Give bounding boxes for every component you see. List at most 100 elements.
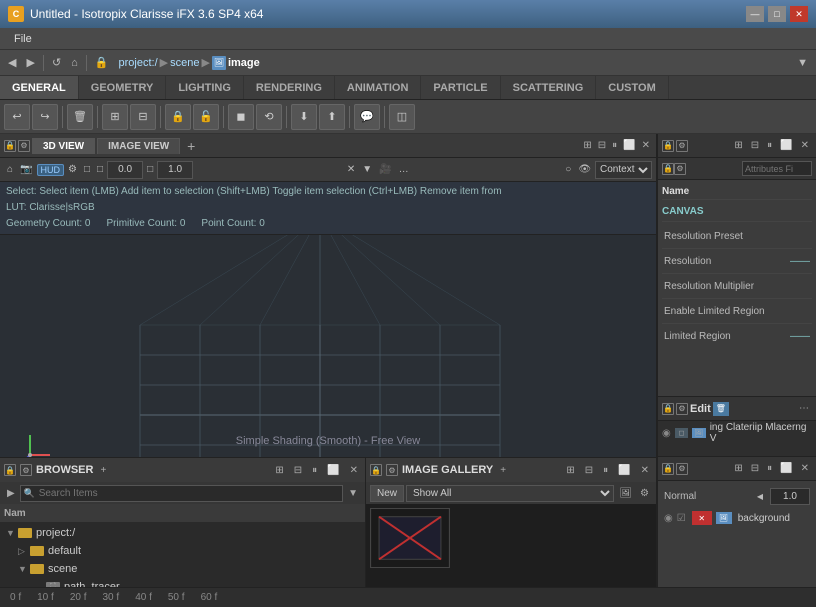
tab-scattering[interactable]: SCATTERING [501,76,597,99]
layers-grid[interactable]: ⊞ [731,462,745,475]
blend-value[interactable] [770,488,810,505]
gallery-split[interactable]: ⊟ [582,464,596,477]
gallery-max[interactable]: ⬜ [615,464,633,477]
props-grid[interactable]: ⊞ [731,139,745,152]
view-res-toggle[interactable]: □ [94,163,106,176]
nav-current[interactable]: image [228,57,260,69]
search-input[interactable] [20,485,343,502]
panel-grid-btn[interactable]: ⊞ [581,139,593,152]
layer-check[interactable]: ☑ [677,513,686,524]
tree-item-path-tracer[interactable]: ⛶ path_tracer [2,578,363,587]
tab-custom[interactable]: CUSTOM [596,76,668,99]
edit-more[interactable]: ⋯ [796,402,812,415]
view-transform-btn[interactable]: ✕ [344,163,358,176]
layer-eye-icon[interactable]: ◉ [664,513,673,524]
attrs-search[interactable] [742,161,812,176]
gallery-options-btn[interactable]: ⚙ [637,487,652,500]
view-record-btn[interactable]: 🎥 [376,163,394,176]
back-button[interactable]: ◀ [4,54,20,71]
browser-max[interactable]: ⬜ [324,464,342,477]
browser-close[interactable]: ✕ [347,464,361,477]
import-button[interactable]: ⬇ [291,104,317,130]
tab-rendering[interactable]: RENDERING [244,76,335,99]
view-eye[interactable]: 👁 [575,163,594,176]
tab-particle[interactable]: PARTICLE [421,76,500,99]
view-display[interactable]: □ [81,163,93,176]
transform-button[interactable]: ⟲ [256,104,282,130]
edit-icon-btn[interactable]: 🗑 [713,402,729,416]
browser-pause[interactable]: ⏸ [309,464,320,477]
panel-close[interactable]: ✕ [640,139,652,152]
forward-button[interactable]: ▶ [22,54,38,71]
blend-arrow-left[interactable]: ◀ [754,491,766,502]
view-home[interactable]: ⌂ [4,163,16,176]
view-val2[interactable] [157,161,193,179]
tree-toggle-root[interactable]: ▼ [6,528,18,538]
unlock-button[interactable]: 🔓 [193,104,219,130]
browser-add-btn[interactable]: + [97,464,109,477]
tree-item-default[interactable]: ▷ default [2,542,363,560]
undo-button[interactable]: ↩ [4,104,30,130]
home-button[interactable]: ⌂ [67,55,82,71]
tab-animation[interactable]: ANIMATION [335,76,422,99]
nav-dropdown[interactable]: ▼ [793,55,812,71]
props-split[interactable]: ⊟ [748,139,762,152]
props-max[interactable]: ⬜ [777,139,795,152]
redo-button[interactable]: ↪ [32,104,58,130]
gallery-thumb-1[interactable] [370,508,450,568]
panel-maximize[interactable]: ⬜ [621,139,637,152]
tab-geometry[interactable]: GEOMETRY [79,76,167,99]
view-camera[interactable]: 📷 [17,163,35,176]
layers-pause[interactable]: ⏸ [764,462,775,475]
tree-item-root[interactable]: ▼ project:/ [2,524,363,542]
maximize-button[interactable]: □ [768,6,786,22]
grid-btn-2[interactable]: ⊟ [130,104,156,130]
gallery-close[interactable]: ✕ [638,464,652,477]
gallery-image-icon[interactable]: 🖼 [616,487,635,500]
layer-background[interactable]: ◉ ☑ ✕ 🖼 background [662,507,812,529]
view-context-select[interactable]: Context [595,161,652,179]
tree-toggle-default[interactable]: ▷ [18,546,30,557]
tab-lighting[interactable]: LIGHTING [166,76,244,99]
delete-button[interactable]: 🗑 [67,104,93,130]
layout-button[interactable]: ◫ [389,104,415,130]
gallery-grid[interactable]: ⊞ [563,464,577,477]
props-pause[interactable]: ⏸ [764,139,775,152]
close-button[interactable]: ✕ [790,6,808,22]
browser-content[interactable]: ▼ project:/ ▷ default ▼ scene [0,522,365,587]
layers-split[interactable]: ⊟ [748,462,762,475]
gallery-content[interactable] [366,504,656,587]
cube-button[interactable]: ◼ [228,104,254,130]
props-close[interactable]: ✕ [798,139,812,152]
reload-button[interactable]: ↺ [48,54,65,71]
lock-button[interactable]: 🔒 [165,104,191,130]
nav-scene[interactable]: scene [170,57,199,69]
view-more[interactable]: … [396,163,412,176]
add-view-tab[interactable]: + [182,137,200,155]
view-val1[interactable] [107,161,143,179]
file-menu[interactable]: File [6,31,40,47]
browser-split[interactable]: ⊟ [291,464,305,477]
browser-options[interactable]: ▼ [345,487,361,500]
tree-toggle-scene[interactable]: ▼ [18,564,30,574]
view-settings[interactable]: ⚙ [65,163,80,176]
new-button[interactable]: New [370,485,404,502]
export-button[interactable]: ⬆ [319,104,345,130]
browser-grid[interactable]: ⊞ [272,464,286,477]
tab-image-view[interactable]: IMAGE VIEW [97,138,180,154]
panel-pause[interactable]: ⏸ [610,139,619,152]
view-circle[interactable]: ○ [562,163,574,176]
edit-item-1[interactable]: ◉ ◻ 🖼 ing Clateriip Mlacerng V [662,423,812,443]
gallery-pause[interactable]: ⏸ [600,464,611,477]
minimize-button[interactable]: — [746,6,764,22]
tab-general[interactable]: GENERAL [0,76,79,99]
panel-split-v[interactable]: ⊟ [596,139,608,152]
show-all-select[interactable]: Show All [406,485,614,502]
nav-project[interactable]: project:/ [119,57,158,69]
layers-max[interactable]: ⬜ [777,462,795,475]
browser-back[interactable]: ▶ [4,487,18,500]
view3d-canvas[interactable]: Simple Shading (Smooth) - Free View [0,235,656,457]
chat-button[interactable]: 💬 [354,104,380,130]
view-cam-toggle[interactable]: □ [144,163,156,176]
view-filter-btn[interactable]: ▼ [359,163,375,176]
